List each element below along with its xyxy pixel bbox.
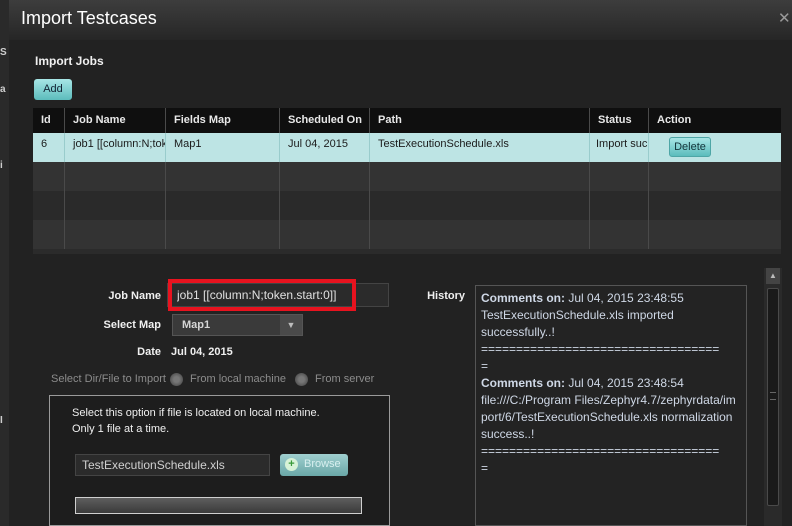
history-entry-prefix: Comments on: [481,376,565,390]
cell-job-name: job1 [[column:N;toke [65,133,166,162]
form-scrollbar[interactable]: ▲ [764,268,782,526]
dialog-title-bar: Import Testcases ✕ [9,0,792,40]
strip-glyph: i [0,160,3,171]
column-header-action: Action [657,114,692,126]
import-jobs-table: Id Job Name Fields Map Scheduled On Path… [33,108,781,254]
table-row[interactable]: 6 job1 [[column:N;toke Map1 Jul 04, 2015… [33,133,781,162]
local-hint-line-2: Only 1 file at a time. [72,423,170,435]
select-dir-label: Select Dir/File to Import [51,373,166,385]
date-value: Jul 04, 2015 [171,346,233,358]
cell-path: TestExecutionSchedule.xls [370,133,590,162]
cell-id: 6 [33,133,65,162]
history-separator-end: = [481,359,489,373]
radio-server[interactable] [295,373,308,386]
table-header: Id Job Name Fields Map Scheduled On Path… [33,108,781,133]
cell-fields-map: Map1 [166,133,280,162]
cell-scheduled-on: Jul 04, 2015 [280,133,370,162]
scroll-up-icon[interactable]: ▲ [766,268,780,284]
radio-local-machine-label[interactable]: From local machine [190,373,286,385]
cell-action: Delete [649,133,781,162]
history-entry-prefix: Comments on: [481,291,565,305]
history-separator: ================================== [481,342,720,356]
radio-server-label[interactable]: From server [315,373,374,385]
column-header-status[interactable]: Status [590,108,649,133]
add-button[interactable]: Add [34,79,72,100]
upload-progress-bar [75,497,362,514]
table-row-empty [33,220,781,249]
close-icon[interactable]: ✕ [778,9,792,27]
dialog-title: Import Testcases [21,8,157,28]
strip-glyph: I [0,415,3,426]
history-entry-text: TestExecutionSchedule.xls imported succe… [481,308,674,339]
history-separator: ================================== [481,444,720,458]
plus-icon: + [285,458,298,471]
history-entry-timestamp: Jul 04, 2015 23:48:55 [568,291,684,305]
date-label: Date [137,346,161,358]
history-label: History [427,290,465,302]
import-testcases-dialog: Import Testcases ✕ Import Jobs Add Id Jo… [9,0,792,526]
delete-button[interactable]: Delete [669,137,711,157]
grip-icon [770,392,776,400]
history-entry-timestamp: Jul 04, 2015 23:48:54 [568,376,684,390]
history-entry-text: file:///C:/Program Files/Zephyr4.7/zephy… [481,393,736,441]
file-path-input[interactable] [76,455,269,475]
history-entry: Comments on: Jul 04, 2015 23:48:55 TestE… [481,290,741,375]
background-window-strip: S a i I [0,0,9,526]
select-map-dropdown[interactable]: Map1 ▼ [172,314,303,336]
local-machine-hint: Select this option if file is located on… [72,405,320,437]
table-row-empty [33,191,781,220]
history-separator-end: = [481,461,489,475]
column-header-id[interactable]: Id [33,108,65,133]
column-header-fields-map[interactable]: Fields Map [166,108,280,133]
column-header-path[interactable]: Path [370,108,590,133]
chevron-down-icon[interactable]: ▼ [280,315,302,335]
cell-status: Import suc [590,133,649,162]
select-map-value: Map1 [182,319,211,331]
local-hint-line-1: Select this option if file is located on… [72,407,320,419]
browse-label: Browse [304,458,341,470]
strip-glyph: S [0,47,7,58]
scrollbar-thumb[interactable] [767,288,779,506]
column-header-job-name[interactable]: Job Name [65,108,166,133]
file-path-field[interactable] [75,454,270,476]
history-entry: Comments on: Jul 04, 2015 23:48:54 file:… [481,375,741,477]
select-map-label: Select Map [103,319,161,331]
radio-local-machine[interactable] [170,373,183,386]
table-row-empty [33,162,781,191]
column-header-scheduled-on[interactable]: Scheduled On [280,108,370,133]
job-name-label: Job Name [108,290,161,302]
annotation-highlight-box [168,279,356,311]
history-log[interactable]: Comments on: Jul 04, 2015 23:48:55 TestE… [475,285,747,526]
import-jobs-title: Import Jobs [35,54,104,68]
browse-button[interactable]: + Browse [280,454,348,476]
local-machine-panel: Select this option if file is located on… [49,395,390,526]
strip-glyph: a [0,84,6,95]
